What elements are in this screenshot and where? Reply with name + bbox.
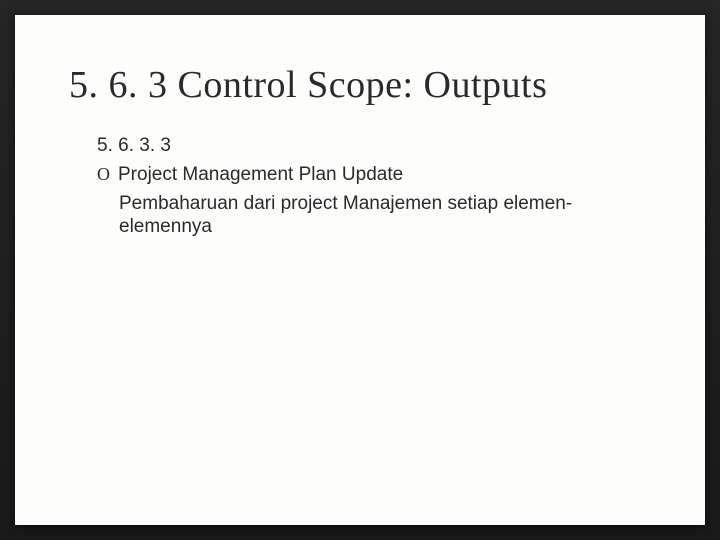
bullet-item: O Project Management Plan Update <box>97 163 651 188</box>
slide-content: 5. 6. 3. 3 O Project Management Plan Upd… <box>69 135 651 239</box>
slide: 5. 6. 3 Control Scope: Outputs 5. 6. 3. … <box>15 15 705 525</box>
slide-title: 5. 6. 3 Control Scope: Outputs <box>69 63 651 107</box>
bullet-text: Project Management Plan Update <box>118 163 403 188</box>
section-number: 5. 6. 3. 3 <box>97 135 651 157</box>
bullet-marker: O <box>97 163 110 186</box>
bullet-description: Pembaharuan dari project Manajemen setia… <box>97 192 577 240</box>
